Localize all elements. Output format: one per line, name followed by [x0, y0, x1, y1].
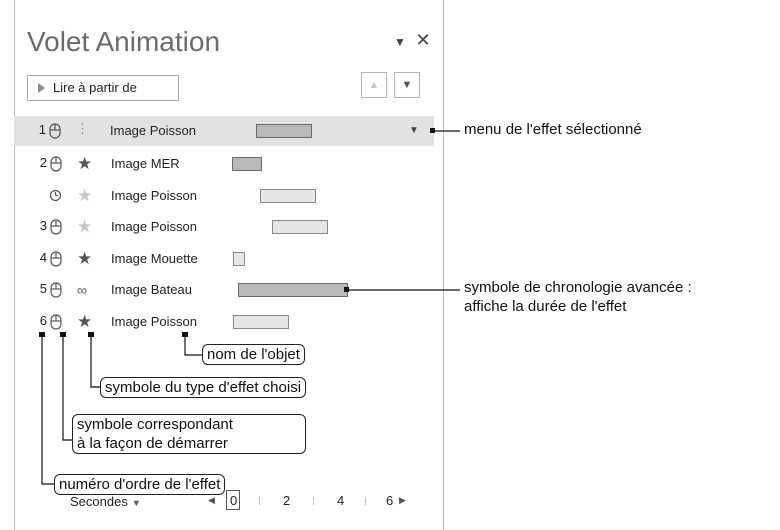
callout-object-name: nom de l'objet: [202, 344, 305, 365]
callout-advanced-timeline: symbole de chronologie avancée : affiche…: [464, 279, 692, 315]
callout-selected-effect-menu: menu de l'effet sélectionné: [464, 121, 642, 138]
callout-line: symbole correspondant: [77, 416, 233, 433]
callout-start-mode: symbole correspondant à la façon de déma…: [72, 414, 306, 454]
callout-order-number: numéro d'ordre de l'effet: [54, 474, 226, 495]
callout-line: à la façon de démarrer: [77, 435, 228, 452]
callout-effect-type: symbole du type d'effet choisi: [100, 377, 307, 398]
callout-line: affiche la durée de l'effet: [464, 298, 627, 315]
callout-line: symbole de chronologie avancée :: [464, 279, 692, 296]
